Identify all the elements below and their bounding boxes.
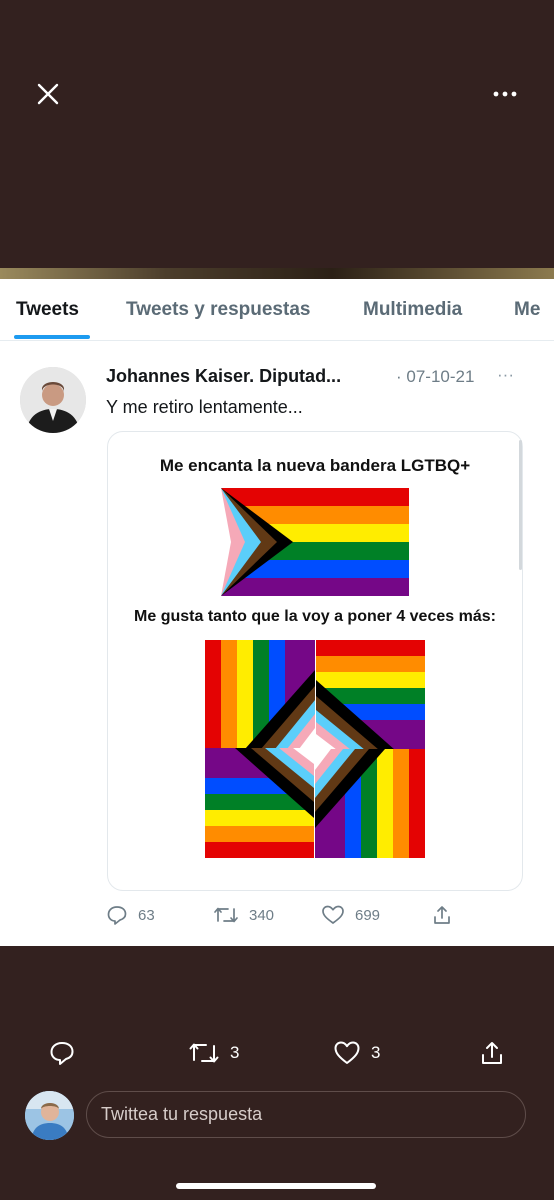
tweet-text: Y me retiro lentamente... bbox=[106, 397, 303, 417]
more-horizontal-icon bbox=[493, 91, 517, 97]
media-caption-bottom: Me gusta tanto que la voy a poner 4 vece… bbox=[134, 608, 496, 625]
like-button[interactable]: 3 bbox=[333, 1039, 380, 1067]
heart-icon bbox=[322, 905, 344, 924]
like-count: 3 bbox=[371, 1043, 381, 1062]
tweet-reply-action: 63 bbox=[106, 904, 155, 926]
like-count: 699 bbox=[355, 906, 381, 924]
more-options-button[interactable] bbox=[490, 80, 520, 108]
tweet-date: · 07-10-21 bbox=[396, 367, 475, 386]
four-flags-composite bbox=[205, 640, 425, 858]
tab-tweets-y-respuestas: Tweets y respuestas bbox=[126, 299, 311, 320]
retweet-icon bbox=[214, 907, 238, 923]
retweet-count: 3 bbox=[230, 1043, 240, 1062]
tab-me: Me bbox=[514, 299, 541, 320]
tab-multimedia: Multimedia bbox=[363, 299, 463, 320]
share-button[interactable] bbox=[478, 1039, 506, 1067]
tweet-like-action: 699 bbox=[321, 904, 380, 926]
tweet-share-action bbox=[431, 904, 453, 926]
reply-input[interactable] bbox=[86, 1091, 526, 1138]
user-avatar bbox=[25, 1091, 74, 1140]
active-tab-underline bbox=[14, 335, 90, 339]
close-icon bbox=[37, 83, 59, 105]
media-scrollbar bbox=[519, 440, 522, 570]
close-button[interactable] bbox=[34, 80, 62, 108]
tweet-more-icon: ··· bbox=[497, 365, 514, 384]
tweet-actions: 63 340 699 bbox=[0, 904, 554, 930]
tweet-retweet-action: 340 bbox=[213, 904, 274, 926]
share-icon bbox=[434, 906, 450, 924]
retweet-count: 340 bbox=[249, 906, 275, 924]
tweet-author-name: Johannes Kaiser. Diputad... bbox=[106, 366, 342, 386]
share-icon bbox=[482, 1042, 502, 1064]
retweet-icon bbox=[189, 1043, 219, 1063]
reply-count: 63 bbox=[138, 906, 155, 924]
media-caption-top: Me encanta la nueva bandera LGTBQ+ bbox=[159, 456, 471, 475]
tab-tweets: Tweets bbox=[16, 299, 80, 320]
reply-button[interactable] bbox=[48, 1039, 76, 1067]
heart-icon bbox=[334, 1041, 360, 1064]
tweet-media-card: Me encanta la nueva bandera LGTBQ+ Me gu… bbox=[107, 431, 523, 891]
retweet-button[interactable]: 3 bbox=[188, 1039, 239, 1067]
screenshot-top-strip bbox=[0, 268, 554, 279]
profile-tabs: Tweets Tweets y respuestas Multimedia Me bbox=[0, 279, 554, 341]
tweet-screenshot-image[interactable]: Tweets Tweets y respuestas Multimedia Me… bbox=[0, 268, 554, 946]
reply-icon bbox=[107, 906, 127, 925]
progress-pride-flag bbox=[221, 488, 409, 596]
reply-icon bbox=[50, 1042, 74, 1065]
author-avatar bbox=[20, 367, 86, 433]
home-indicator[interactable] bbox=[176, 1183, 376, 1189]
